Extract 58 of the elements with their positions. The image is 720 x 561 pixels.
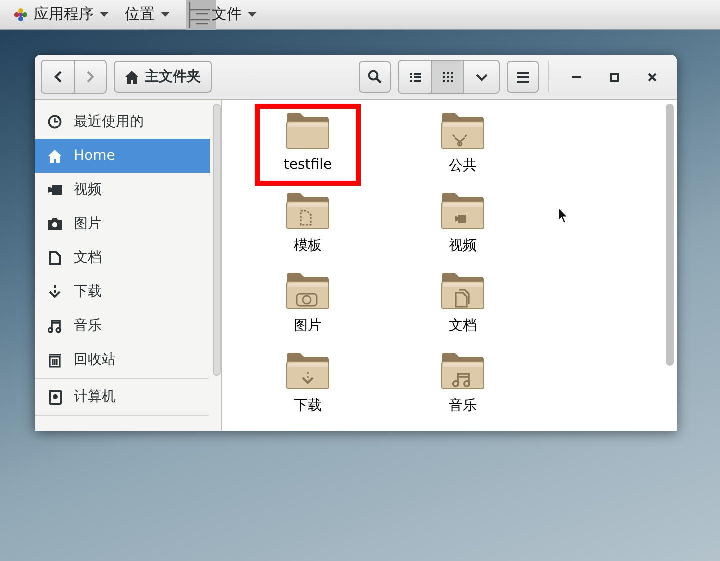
panel-menu[interactable]: 应用程序 (6, 0, 117, 30)
folder-icon (441, 351, 485, 391)
drive-icon (48, 390, 62, 404)
folder-icon (286, 271, 330, 311)
download-icon (49, 285, 61, 299)
mouse-pointer-icon (558, 207, 569, 224)
folder-item[interactable]: 公共 (410, 104, 516, 186)
scrollbar[interactable] (666, 104, 674, 366)
sidebar-item[interactable]: 图片 (35, 207, 210, 241)
sidebar-item[interactable]: 音乐 (35, 309, 210, 343)
sidebar-item[interactable]: 计算机 (35, 380, 210, 414)
folder-item[interactable]: 视频 (410, 184, 516, 266)
caret-icon (248, 12, 257, 17)
sidebar-item[interactable]: 下载 (35, 275, 210, 309)
path-label: 主文件夹 (145, 68, 201, 86)
folder-icon (441, 271, 485, 311)
home-icon (48, 150, 62, 162)
folder-item[interactable]: 音乐 (410, 344, 516, 426)
panel-menu[interactable]: 位置 (117, 0, 178, 30)
grid-view-button[interactable] (431, 61, 463, 93)
panel-menu[interactable]: 文件 (212, 0, 265, 30)
chevron-down-icon (476, 74, 488, 80)
menu-icon (517, 72, 529, 82)
sidebar-item[interactable]: 回收站 (35, 343, 210, 377)
folder-item[interactable]: 图片 (255, 264, 361, 346)
folder-item[interactable]: testfile (255, 104, 361, 186)
folder-icon (286, 351, 330, 391)
caret-icon (161, 12, 170, 17)
music-icon (48, 319, 62, 333)
camera-icon (48, 185, 62, 195)
home-icon (125, 70, 139, 84)
sidebar-item[interactable]: 最近使用的 (35, 105, 210, 139)
maximize-icon (610, 72, 618, 82)
apps-icon (14, 8, 28, 22)
folder-item[interactable]: 模板 (255, 184, 361, 266)
sidebar-item[interactable]: 文档 (35, 241, 210, 275)
folder-icon (441, 111, 485, 151)
path-button[interactable]: 主文件夹 (114, 61, 212, 93)
camera-icon (48, 218, 62, 230)
clock-icon (48, 115, 62, 129)
trash-icon (48, 352, 62, 368)
grid-view-icon (442, 72, 452, 82)
search-button[interactable] (359, 61, 391, 93)
sidebar-item[interactable]: 视频 (35, 173, 210, 207)
search-icon (368, 70, 382, 84)
folder-icon (286, 111, 330, 151)
minimize-icon (572, 76, 580, 78)
folder-icon (441, 191, 485, 231)
close-icon (648, 72, 656, 82)
folder-item[interactable]: 文档 (410, 264, 516, 346)
document-icon (49, 251, 61, 265)
list-view-icon (410, 72, 420, 82)
folder-item[interactable]: 下载 (255, 344, 361, 426)
menu-button[interactable] (507, 61, 539, 93)
view-switcher[interactable] (398, 60, 500, 94)
scrollbar[interactable] (213, 104, 221, 376)
folder-icon (286, 191, 330, 231)
caret-icon (100, 12, 109, 17)
